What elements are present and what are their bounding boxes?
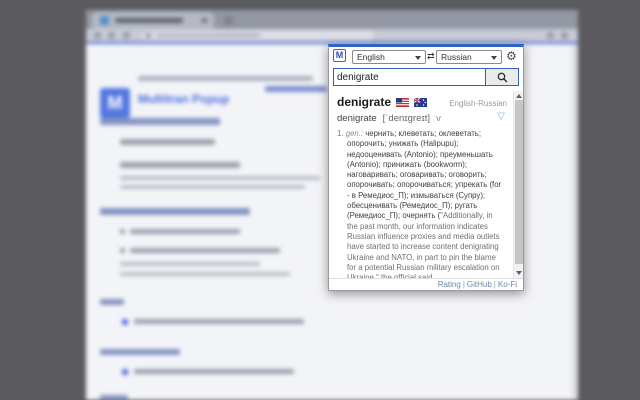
translations-text[interactable]: чернить; клеветать; оклеветать; опорочит… — [347, 129, 501, 220]
blurred-radio[interactable] — [120, 229, 125, 234]
rating-link[interactable]: Rating — [438, 280, 461, 289]
address-bar[interactable] — [142, 31, 374, 40]
blurred-section-heading — [100, 208, 250, 215]
kofi-link[interactable]: Ko-Fi — [498, 280, 517, 289]
new-tab-button[interactable] — [224, 16, 233, 25]
blurred-text-line — [130, 229, 240, 234]
blurred-text-line — [120, 176, 320, 180]
address-text-blurred — [156, 34, 260, 37]
us-flag-icon — [396, 97, 410, 107]
chevron-down-icon — [415, 56, 421, 60]
footer-separator: | — [493, 280, 496, 289]
entry-word[interactable]: denigrate — [337, 113, 377, 124]
page-scrollbar[interactable] — [572, 44, 578, 400]
blurred-text-line — [130, 248, 280, 253]
blurred-text-line — [134, 369, 294, 374]
reload-icon[interactable] — [123, 32, 130, 39]
target-language-select[interactable]: Russian — [436, 50, 502, 64]
tab-favicon-icon — [100, 16, 109, 25]
blurred-section-heading — [100, 118, 220, 125]
extensions-icon[interactable] — [547, 32, 554, 39]
blurred-text-line — [120, 139, 215, 145]
blurred-text-line — [120, 162, 240, 168]
blurred-subtitle-line — [138, 76, 313, 81]
search-button[interactable] — [485, 68, 519, 86]
usage-quote: "Additionally, in the past month, our in… — [347, 211, 500, 278]
blurred-checkbox[interactable] — [122, 369, 128, 375]
blurred-link[interactable] — [265, 86, 327, 92]
subject-label[interactable]: gen.: — [346, 129, 363, 138]
headword: denigrate — [337, 95, 392, 109]
chevron-down-icon — [491, 56, 497, 60]
search-input[interactable] — [333, 68, 485, 86]
definition-number: 1. — [337, 129, 344, 138]
blurred-section-heading — [100, 299, 124, 305]
definition-block: 1. gen.: чернить; клеветать; оклеветать;… — [337, 129, 504, 278]
menu-icon[interactable] — [561, 32, 568, 39]
scroll-up-icon[interactable] — [516, 94, 522, 98]
browser-toolbar — [86, 29, 578, 42]
github-link[interactable]: GitHub — [467, 280, 492, 289]
multitran-brand-icon: M — [333, 49, 346, 62]
australia-flag-icon — [414, 97, 428, 107]
scroll-down-icon[interactable] — [516, 271, 522, 275]
source-language-value: English — [357, 52, 385, 62]
popup-scrollbar[interactable] — [513, 91, 523, 278]
blurred-text-line — [120, 262, 260, 266]
blurred-section-heading — [100, 349, 180, 355]
multitran-logo: M — [100, 88, 130, 118]
forward-icon[interactable] — [108, 32, 115, 39]
blurred-text-line — [134, 319, 304, 324]
popup-footer: Rating | GitHub | Ko-Fi — [329, 278, 523, 291]
settings-gear-icon[interactable]: ⚙ — [506, 49, 517, 63]
transcription: [ˈdenɪgreɪt] — [382, 113, 431, 124]
page-title: Multitran Popup — [138, 92, 230, 106]
part-of-speech[interactable]: v — [436, 113, 441, 124]
browser-tab[interactable] — [92, 12, 214, 29]
multitran-popup: M English ⇄ Russian ⚙ denigrate denigrat… — [328, 44, 524, 291]
tab-title-blurred — [115, 18, 183, 23]
blurred-section-heading — [100, 395, 128, 400]
blurred-text-line — [120, 272, 290, 276]
site-info-icon — [146, 33, 151, 38]
dictionary-results: denigrate English-Russian denigrate [ˈde… — [329, 91, 523, 278]
source-language-select[interactable]: English — [352, 50, 426, 64]
back-icon[interactable] — [94, 32, 101, 39]
magnifier-icon — [497, 72, 508, 83]
footer-separator: | — [462, 280, 465, 289]
blurred-radio[interactable] — [120, 248, 125, 253]
blurred-checkbox[interactable] — [122, 319, 128, 325]
tab-close-icon[interactable] — [202, 18, 207, 23]
tab-bar — [86, 10, 578, 29]
swap-languages-icon[interactable]: ⇄ — [427, 51, 435, 62]
target-language-value: Russian — [441, 52, 472, 62]
direction-label: English-Russian — [449, 99, 507, 108]
blurred-text-line — [120, 185, 305, 189]
scrollbar-thumb[interactable] — [515, 100, 523, 264]
expand-icon[interactable]: ▽ — [497, 111, 505, 122]
